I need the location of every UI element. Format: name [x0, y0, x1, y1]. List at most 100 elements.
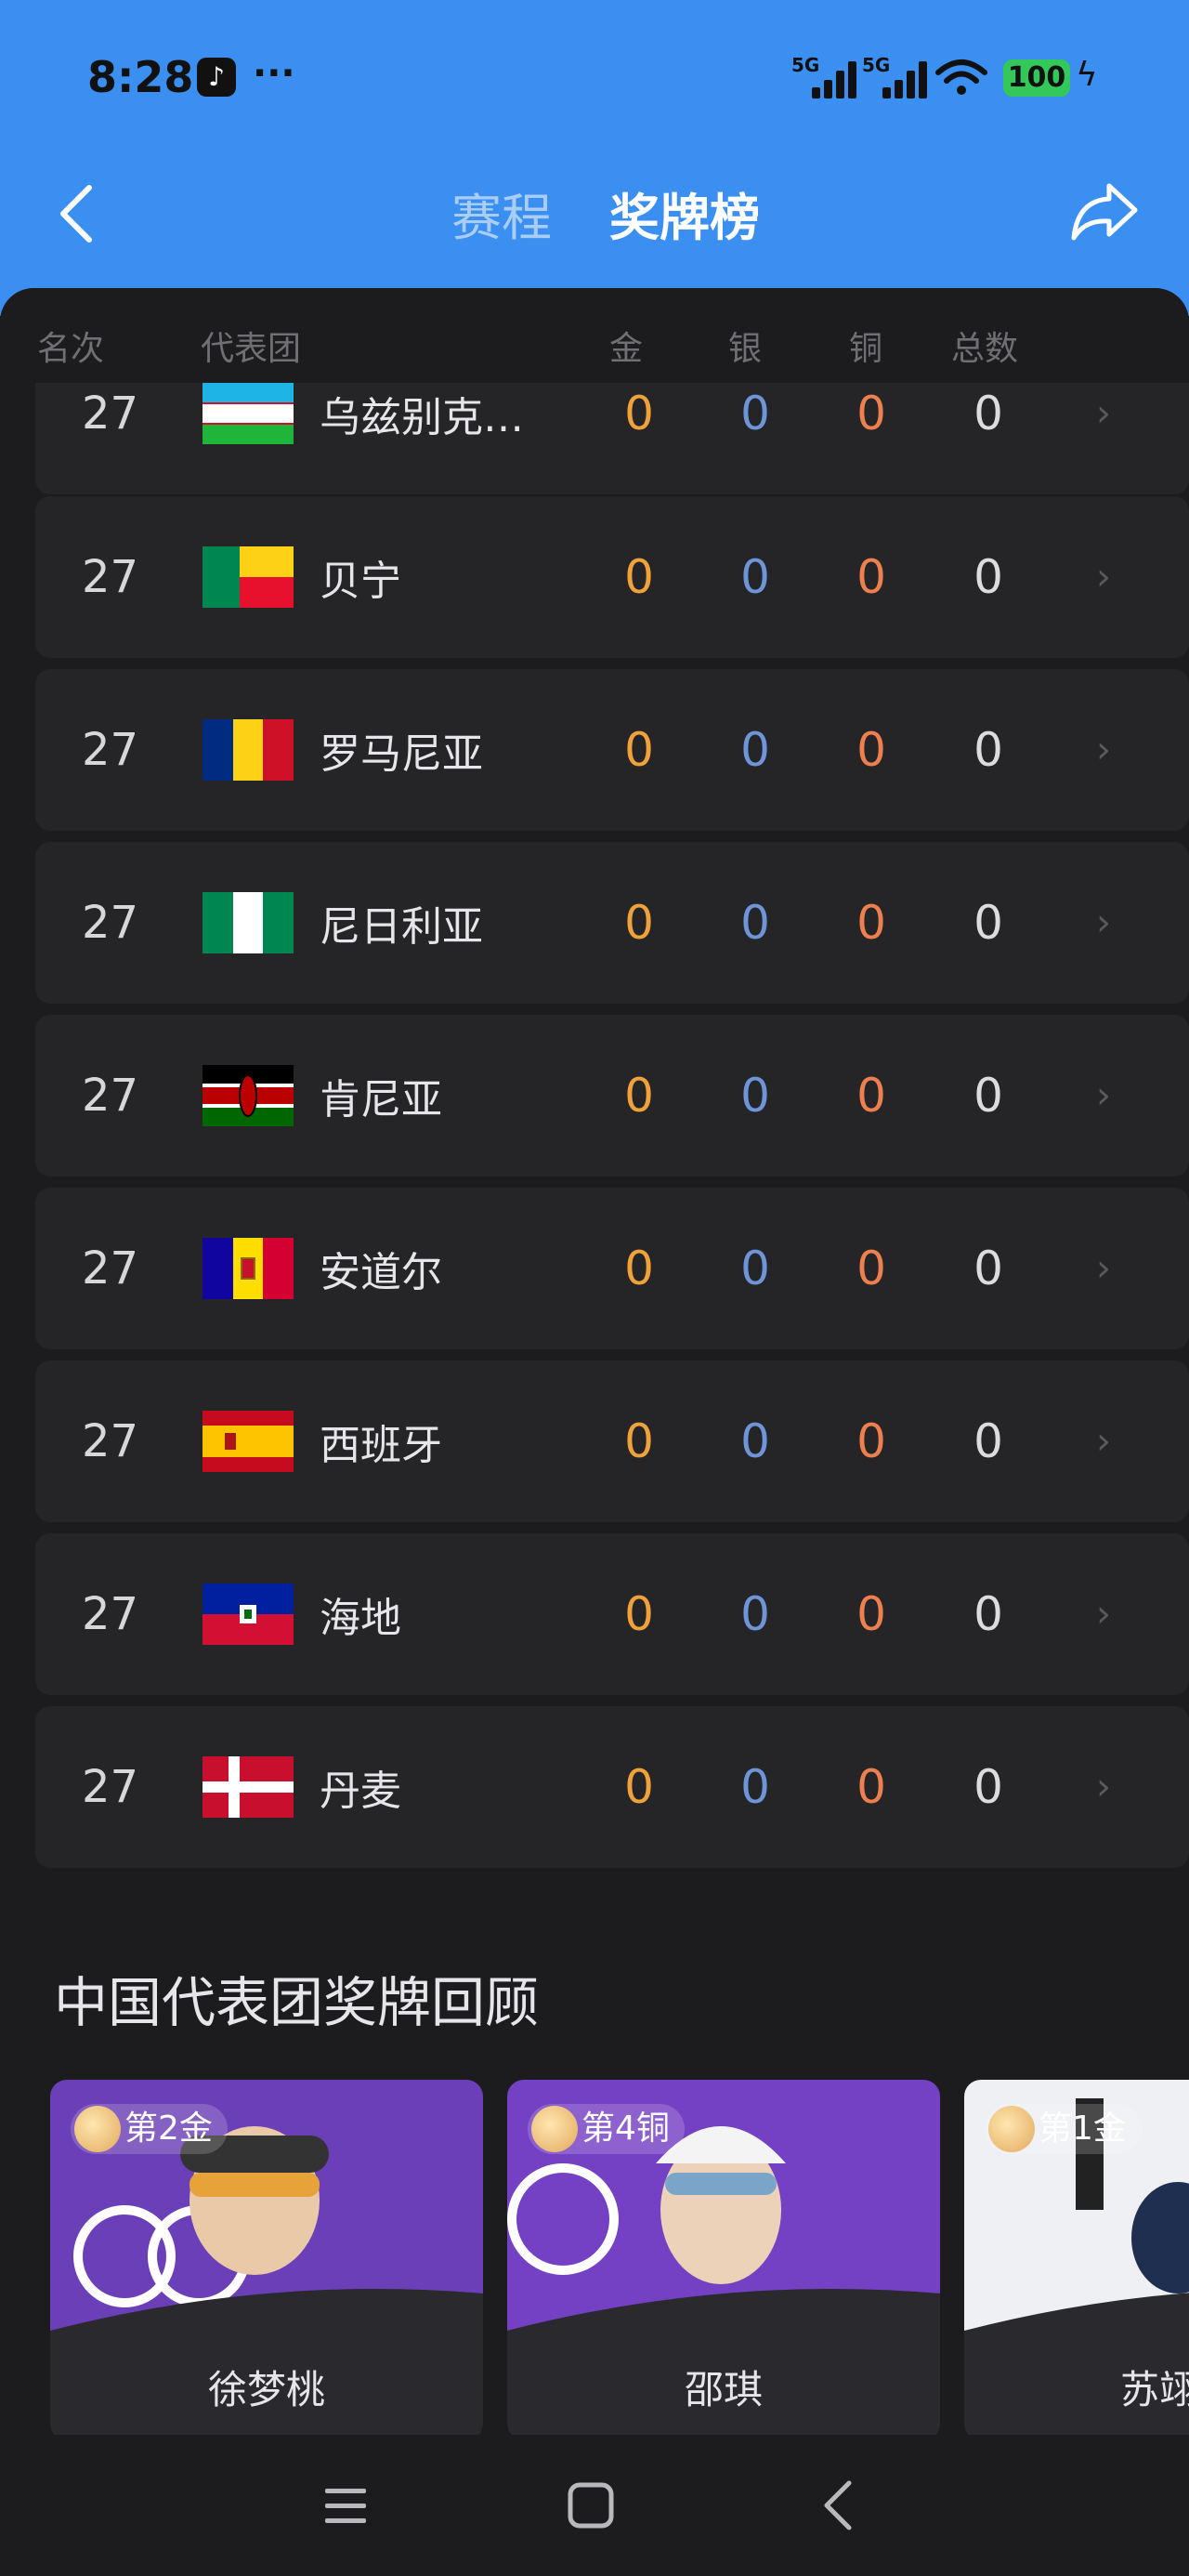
row-country: 肯尼亚	[320, 1076, 442, 1124]
row-silver: 0	[740, 550, 770, 604]
flag-benin-icon	[203, 546, 294, 608]
chevron-right-icon: ›	[1096, 392, 1111, 435]
table-row[interactable]: 27 安道尔 0 0 0 0 ›	[35, 1188, 1189, 1349]
row-total: 0	[973, 1760, 1003, 1814]
flag-spain-icon	[203, 1411, 294, 1472]
row-rank: 27	[82, 388, 139, 440]
row-country: 丹麦	[320, 1768, 401, 1815]
tiktok-icon: ♪	[197, 58, 236, 97]
row-silver: 0	[740, 1414, 770, 1468]
column-header-gold: 金	[609, 330, 644, 368]
row-bronze: 0	[856, 1069, 886, 1123]
row-bronze: 0	[856, 387, 886, 440]
menu-icon[interactable]	[316, 2476, 375, 2535]
table-row[interactable]: 27 尼日利亚 0 0 0 0 ›	[35, 842, 1189, 1004]
signal-icon: 5G	[791, 54, 866, 99]
tab-schedule[interactable]: 赛程	[451, 177, 552, 250]
row-silver: 0	[740, 1242, 770, 1295]
column-header-rank: 名次	[37, 330, 105, 368]
athlete-name: 徐梦桃	[207, 2367, 325, 2412]
medal-badge: 第2金	[71, 2104, 228, 2154]
table-row[interactable]: 27 丹麦 0 0 0 0 ›	[35, 1706, 1189, 1868]
tab-medal-table[interactable]: 奖牌榜	[609, 177, 760, 250]
page: 8:28 ♪ ··· 5G 5G 100 ϟ 赛程 奖牌榜 名次 代表团 金 银…	[0, 0, 1189, 2576]
medal-review-card[interactable]: 第2金 徐梦桃	[50, 2080, 483, 2440]
row-bronze: 0	[856, 1760, 886, 1814]
column-header-team: 代表团	[201, 330, 302, 368]
row-rank: 27	[82, 724, 139, 776]
row-bronze: 0	[856, 1587, 886, 1641]
row-silver: 0	[740, 1760, 770, 1814]
row-bronze: 0	[856, 723, 886, 777]
home-icon[interactable]	[561, 2476, 621, 2535]
flag-andorra-icon	[203, 1238, 294, 1299]
medal-review-card[interactable]: 第4铜 邵琪	[507, 2080, 940, 2440]
row-total: 0	[973, 723, 1003, 777]
row-gold: 0	[624, 1760, 654, 1814]
column-header-bronze: 铜	[849, 330, 883, 368]
share-button[interactable]	[1068, 180, 1139, 243]
row-country: 西班牙	[320, 1422, 442, 1469]
medal-review-card[interactable]: 第1金 苏翊	[964, 2080, 1189, 2440]
row-country: 罗马尼亚	[320, 730, 483, 778]
chevron-right-icon: ›	[1096, 556, 1111, 598]
system-nav-bar	[0, 2435, 1189, 2576]
row-bronze: 0	[856, 1414, 886, 1468]
nav-header: 赛程 奖牌榜	[0, 158, 1189, 269]
row-gold: 0	[624, 550, 654, 604]
table-row[interactable]: 27 贝宁 0 0 0 0 ›	[35, 496, 1189, 658]
row-rank: 27	[82, 1761, 139, 1813]
chevron-right-icon: ›	[1096, 1593, 1111, 1636]
row-rank: 27	[82, 1242, 139, 1295]
row-bronze: 0	[856, 896, 886, 950]
medal-badge-label: 第4铜	[581, 2109, 670, 2148]
battery-indicator: 100	[1003, 59, 1070, 97]
charging-icon: ϟ	[1076, 56, 1098, 94]
chevron-right-icon: ›	[1096, 1247, 1111, 1290]
chevron-right-icon: ›	[1096, 1074, 1111, 1117]
row-gold: 0	[624, 1242, 654, 1295]
chevron-right-icon: ›	[1096, 901, 1111, 944]
row-total: 0	[973, 1242, 1003, 1295]
row-country: 贝宁	[320, 558, 401, 605]
row-gold: 0	[624, 1587, 654, 1641]
row-silver: 0	[740, 1587, 770, 1641]
medal-badge: 第1金	[985, 2104, 1142, 2154]
row-country: 尼日利亚	[320, 903, 483, 951]
medal-badge-label: 第1金	[1039, 2109, 1127, 2148]
row-gold: 0	[624, 896, 654, 950]
chevron-right-icon: ›	[1096, 729, 1111, 771]
system-back-icon[interactable]	[810, 2476, 869, 2535]
flag-kenya-icon	[203, 1065, 294, 1126]
gold-medal-icon	[988, 2106, 1035, 2152]
column-header-total: 总数	[951, 330, 1019, 368]
flag-haiti-icon	[203, 1584, 294, 1645]
row-silver: 0	[740, 1069, 770, 1123]
back-button[interactable]	[54, 184, 98, 243]
chevron-right-icon: ›	[1096, 1766, 1111, 1808]
row-rank: 27	[82, 1070, 139, 1122]
top-bar: 8:28 ♪ ··· 5G 5G 100 ϟ 赛程 奖牌榜	[0, 0, 1189, 316]
row-bronze: 0	[856, 550, 886, 604]
row-total: 0	[973, 896, 1003, 950]
flag-uzbekistan-icon	[203, 383, 294, 444]
table-row[interactable]: 27 西班牙 0 0 0 0 ›	[35, 1360, 1189, 1522]
wifi-icon	[935, 59, 987, 95]
row-country: 海地	[320, 1595, 401, 1642]
medal-table[interactable]: 27 乌兹别克… 0 0 0 0 › 27 贝宁 0 0 0 0 › 27 罗马…	[0, 383, 1189, 1877]
table-row[interactable]: 27 肯尼亚 0 0 0 0 ›	[35, 1015, 1189, 1176]
table-row[interactable]: 27 海地 0 0 0 0 ›	[35, 1533, 1189, 1695]
medal-badge: 第4铜	[528, 2104, 685, 2154]
row-total: 0	[973, 1414, 1003, 1468]
row-rank: 27	[82, 1588, 139, 1640]
row-total: 0	[973, 1587, 1003, 1641]
status-bar: 8:28 ♪ ··· 5G 5G 100 ϟ	[0, 0, 1189, 158]
signal-icon-2: 5G	[862, 54, 936, 99]
table-row[interactable]: 27 乌兹别克… 0 0 0 0 ›	[35, 383, 1189, 494]
athlete-name: 苏翊	[1120, 2367, 1189, 2412]
column-header-silver: 银	[728, 330, 763, 368]
chevron-right-icon: ›	[1096, 1420, 1111, 1463]
table-row[interactable]: 27 罗马尼亚 0 0 0 0 ›	[35, 669, 1189, 831]
row-rank: 27	[82, 897, 139, 949]
row-country: 乌兹别克…	[320, 394, 524, 441]
